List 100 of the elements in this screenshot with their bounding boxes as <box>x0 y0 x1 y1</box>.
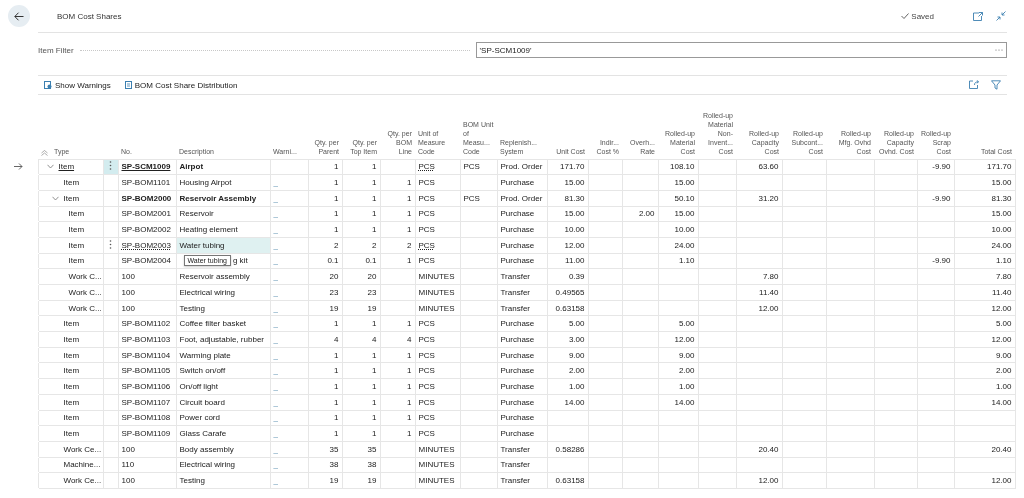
table-cell: 1 <box>342 347 380 363</box>
table-cell: Purchase <box>497 347 547 363</box>
table-cell: _ <box>270 410 308 426</box>
table-cell: _ <box>270 174 308 191</box>
table-cell: 63.60 <box>736 159 782 175</box>
table-cell: Purchase <box>497 206 547 222</box>
table-cell: 15.00 <box>547 174 588 191</box>
table-cell: 1 <box>380 362 415 379</box>
more-options-icon[interactable] <box>109 161 112 171</box>
table-cell: _ <box>270 457 308 473</box>
table-cell: 0.49565 <box>547 284 588 301</box>
table-cell: 35 <box>342 441 380 458</box>
share-icon[interactable] <box>969 80 979 90</box>
table-cell: 2.00 <box>954 362 1015 379</box>
table-cell: 0.1 <box>308 253 342 269</box>
table-cell: Purchase <box>497 315 547 332</box>
document-icon <box>44 81 52 89</box>
table-cell: Purchase <box>497 394 547 410</box>
table-cell: PCS <box>415 347 460 363</box>
table-cell: Switch on/off <box>176 362 270 379</box>
table-cell: Item <box>38 253 103 269</box>
table-cell: Coffee filter basket <box>176 315 270 332</box>
filter-icon[interactable] <box>991 80 1001 90</box>
table-cell: On/off light <box>176 378 270 395</box>
table-cell: Work Ce... <box>38 441 103 458</box>
table-cell: 19 <box>342 472 380 489</box>
table-cell: PCS <box>415 410 460 426</box>
table-cell: Purchase <box>497 331 547 348</box>
table-cell: _ <box>270 284 308 301</box>
open-in-new-window-icon[interactable] <box>973 11 983 21</box>
chevron-down-icon[interactable] <box>51 195 59 201</box>
table-cell: 15.00 <box>658 174 698 191</box>
table-cell: 23 <box>342 284 380 301</box>
more-options-icon[interactable] <box>109 239 112 249</box>
table-cell: Foot, adjustable, rubber <box>176 331 270 348</box>
table-cell: _ <box>270 221 308 238</box>
table-cell: 38 <box>342 457 380 473</box>
table-cell: 0.1 <box>342 253 380 269</box>
table-cell: _ <box>270 300 308 316</box>
table-cell: Prod. Order <box>497 159 547 175</box>
table-cell: Item <box>38 331 103 348</box>
table-cell: Item <box>38 159 103 175</box>
table-cell: Purchase <box>497 362 547 379</box>
table-cell: SP-BOM2004 <box>118 253 176 269</box>
table-cell: _ <box>270 362 308 379</box>
table-cell: _ <box>270 472 308 489</box>
table-cell: _ <box>270 347 308 363</box>
saved-status: Saved <box>911 11 934 21</box>
table-cell: Electrical wiring <box>176 457 270 473</box>
table-cell: SP-BOM1101 <box>118 174 176 191</box>
table-cell: 15.00 <box>658 206 698 222</box>
table-cell: _ <box>270 253 308 269</box>
table-cell: Purchase <box>497 237 547 254</box>
document-icon <box>124 81 132 89</box>
table-cell: Heating element <box>176 221 270 238</box>
table-cell: 19 <box>308 472 342 489</box>
table-cell: 9.00 <box>658 347 698 363</box>
toolbar-button[interactable]: Show Warnings <box>44 80 111 90</box>
table-cell: _ <box>270 237 308 254</box>
table-cell: Item <box>38 221 103 238</box>
table-cell: MINUTES <box>415 268 460 285</box>
table-cell: 2.00 <box>622 206 658 222</box>
table-cell: PCS <box>415 174 460 191</box>
table-cell: 12.00 <box>547 237 588 254</box>
table-cell: 0.58286 <box>547 441 588 458</box>
table-cell: Item <box>38 174 103 191</box>
table-cell: MINUTES <box>415 457 460 473</box>
table-cell: Item <box>38 410 103 426</box>
table-cell: 1 <box>342 378 380 395</box>
table-cell: 1.00 <box>547 378 588 395</box>
table-cell: 14.00 <box>954 394 1015 410</box>
table-cell: Item <box>38 394 103 410</box>
table-cell: Purchase <box>497 221 547 238</box>
collapse-icon[interactable] <box>996 11 1006 21</box>
item-filter-field[interactable]: 'SP-SCM1009' <box>475 42 1007 58</box>
table-cell: 4 <box>380 331 415 348</box>
table-cell: PCS <box>415 394 460 410</box>
table-cell: 50.10 <box>658 190 698 207</box>
table-cell: Reservoir assembly <box>176 268 270 285</box>
table-cell: 24.00 <box>658 237 698 254</box>
table-cell: 1 <box>380 315 415 332</box>
table-cell: 10.00 <box>547 221 588 238</box>
back-button[interactable] <box>8 5 30 27</box>
table-cell: SP-BOM2003 <box>118 237 176 254</box>
table-cell: Item <box>38 378 103 395</box>
table-cell: Circuit board <box>176 394 270 410</box>
table-cell: _ <box>270 378 308 395</box>
table-cell: 2 <box>342 237 380 254</box>
table-cell: 1 <box>342 394 380 410</box>
chevron-down-icon[interactable] <box>46 164 54 170</box>
table-cell: _ <box>270 425 308 442</box>
table-cell: 35 <box>308 441 342 458</box>
table-cell: Purchase <box>497 425 547 442</box>
toolbar-button[interactable]: BOM Cost Share Distribution <box>124 80 238 90</box>
table-cell: 12.00 <box>954 472 1015 489</box>
table-cell: 1 <box>380 394 415 410</box>
table-cell: PCS <box>415 237 460 254</box>
table-cell: Transfer <box>497 300 547 316</box>
table-cell: 2.00 <box>547 362 588 379</box>
table-cell: 1.10 <box>954 253 1015 269</box>
